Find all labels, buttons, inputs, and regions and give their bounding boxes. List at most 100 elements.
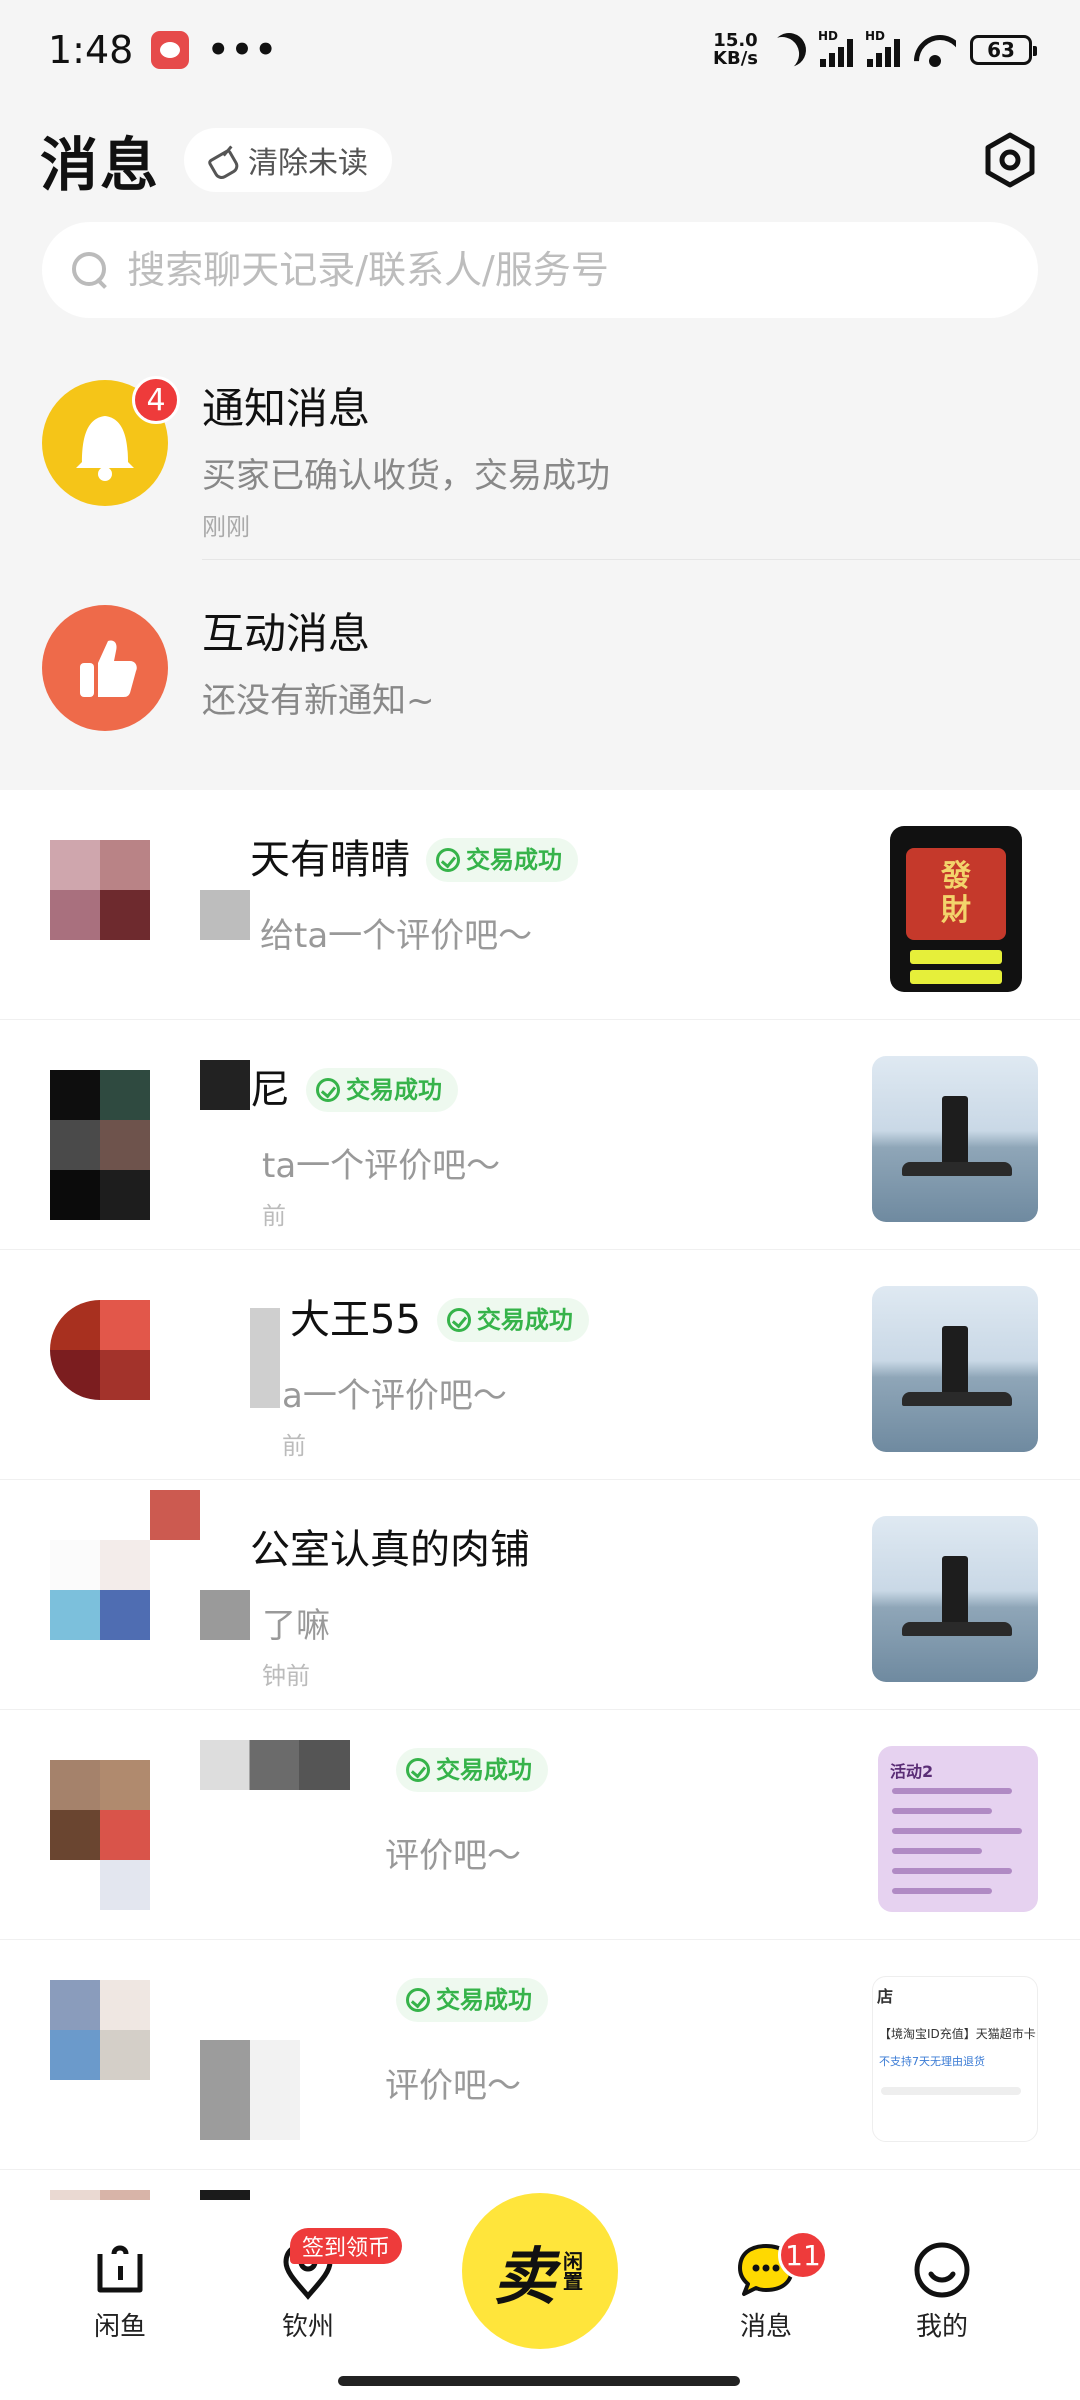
fortune-card: 發 財 [906, 848, 1006, 940]
thumbs-up-icon [80, 640, 137, 697]
chat-row[interactable]: 天有晴晴 交易成功 给ta一个评价吧～ 發 財 [0, 790, 1080, 1020]
interaction-avatar [42, 605, 168, 731]
check-icon [446, 1308, 471, 1332]
chat-name-row: 尼 交易成功 [250, 1058, 458, 1122]
mosaic-block [200, 2040, 300, 2140]
settings-button[interactable] [980, 130, 1040, 190]
battery-icon: 63 [970, 35, 1037, 65]
mosaic-block [250, 1308, 280, 1408]
interaction-title: 互动消息 [202, 609, 371, 658]
chat-list: 天有晴晴 交易成功 给ta一个评价吧～ 發 財 尼 交易成功 ta一个评价吧～ … [0, 790, 1080, 2240]
nav-location-label: 钦州 [281, 2312, 334, 2342]
item-thumbnail: 發 財 [890, 826, 1022, 992]
chat-preview: 给ta一个评价吧～ [260, 916, 533, 956]
chat-row[interactable]: 交易成功 评价吧～ 活动2 [0, 1710, 1080, 1940]
notification-badge: 4 [132, 376, 180, 424]
chat-time: 前 [282, 1432, 306, 1460]
header: 消息 清除未读 [0, 100, 1080, 220]
clear-unread-button[interactable]: 清除未读 [184, 128, 393, 192]
nav-home-label: 闲鱼 [93, 2312, 146, 2342]
avatar [50, 1980, 150, 2080]
search-bar[interactable] [42, 222, 1038, 318]
item-thumbnail: 店 【境淘宝ID充值】天猫超市卡 不支持7天无理由退货 [872, 1976, 1038, 2142]
deal-success-badge: 交易成功 [306, 1068, 458, 1112]
status-bar: 1:48 ••• 15.0 KB/s HD HD 63 [0, 0, 1080, 100]
chat-row[interactable]: 交易成功 评价吧～ 店 【境淘宝ID充值】天猫超市卡 不支持7天无理由退货 [0, 1940, 1080, 2170]
chat-time: 钟前 [262, 1662, 310, 1690]
search-input[interactable] [127, 248, 1010, 292]
bottom-nav: 闲鱼 钦州 签到领币 卖 闲置 消息 11 我的 [0, 2193, 1080, 2400]
chat-name: 尼 [250, 1067, 290, 1113]
chat-preview: ta一个评价吧～ [262, 1146, 501, 1186]
chat-preview: 评价吧～ [385, 1836, 521, 1876]
messages-badge: 11 [778, 2230, 828, 2280]
check-icon [316, 1078, 340, 1102]
item-thumbnail [872, 1056, 1038, 1222]
notification-avatar: 4 [42, 376, 180, 506]
interaction-subtitle: 还没有新通知~ [202, 681, 435, 721]
more-notifications-icon: ••• [207, 30, 279, 70]
search-icon [70, 250, 109, 290]
chat-preview: 评价吧～ [385, 2066, 521, 2106]
nav-home[interactable]: 闲鱼 [40, 2240, 200, 2343]
avatar-mosaic-bottom [50, 1170, 150, 1220]
network-speed: 15.0 KB/s [713, 30, 758, 69]
item-thumbnail: 活动2 [878, 1746, 1038, 1912]
check-icon [406, 1758, 430, 1782]
app-notification-icon [151, 31, 190, 69]
deal-success-badge: 交易成功 [396, 1978, 548, 2022]
notification-messages-row[interactable]: 4 通知消息 买家已确认收货，交易成功 刚刚 [0, 340, 1080, 560]
signal-icon-2: HD [865, 29, 900, 67]
nav-messages-label: 消息 [739, 2312, 792, 2342]
check-icon [436, 848, 460, 872]
smile-face-icon [914, 2242, 970, 2298]
chat-row[interactable]: 大王55 交易成功 a一个评价吧～ 前 [0, 1250, 1080, 1480]
chat-name-row: 大王55 交易成功 [290, 1288, 589, 1352]
chat-name: 天有晴晴 [250, 837, 410, 883]
chat-name-row: 公室认真的肉铺 [250, 1518, 530, 1582]
sell-button[interactable]: 卖 闲置 [462, 2193, 618, 2349]
avatar [50, 1760, 150, 1860]
deal-success-badge: 交易成功 [436, 1298, 589, 1342]
mosaic-block [100, 1860, 150, 1910]
chat-name-row: 交易成功 [380, 1978, 548, 2022]
notification-time: 刚刚 [202, 513, 250, 541]
chat-name: 大王55 [290, 1297, 421, 1343]
mosaic-block [150, 1490, 200, 1540]
checkin-coin-badge[interactable]: 签到领币 [290, 2228, 403, 2264]
chat-name-row: 天有晴晴 交易成功 [250, 828, 578, 892]
interaction-messages-row[interactable]: 互动消息 还没有新通知~ [0, 565, 1080, 785]
broom-icon [208, 145, 238, 175]
notification-subtitle: 买家已确认收货，交易成功 [202, 456, 610, 496]
mosaic-block [200, 1740, 350, 1790]
mosaic-block [200, 890, 250, 940]
clear-unread-label: 清除未读 [248, 146, 369, 181]
page-title: 消息 [40, 131, 161, 199]
signal-icon-1: HD [818, 29, 853, 67]
avatar [50, 1540, 150, 1640]
avatar [50, 1070, 150, 1170]
home-indicator[interactable] [338, 2376, 740, 2386]
notification-title: 通知消息 [202, 384, 371, 433]
chat-name: 公室认真的肉铺 [250, 1527, 530, 1573]
wifi-icon [914, 33, 956, 67]
mosaic-block [200, 1060, 250, 1110]
chat-preview: a一个评价吧～ [282, 1376, 507, 1416]
avatar [50, 1300, 150, 1400]
chat-row[interactable]: 公室认真的肉铺 了嘛 钟前 [0, 1480, 1080, 1710]
settings-icon [985, 132, 1035, 188]
chat-time: 前 [262, 1202, 286, 1230]
mosaic-block [200, 1590, 250, 1640]
chat-name-row: 交易成功 [380, 1748, 548, 1792]
deal-success-badge: 交易成功 [396, 1748, 548, 1792]
nav-me[interactable]: 我的 [862, 2240, 1022, 2343]
do-not-disturb-icon [766, 27, 812, 73]
chat-row[interactable]: 尼 交易成功 ta一个评价吧～ 前 [0, 1020, 1080, 1250]
home-fish-icon [97, 2245, 143, 2293]
item-thumbnail [872, 1516, 1038, 1682]
chat-preview: 了嘛 [262, 1606, 330, 1646]
status-time: 1:48 [48, 28, 134, 72]
deal-success-badge: 交易成功 [426, 838, 578, 882]
sell-sublabel: 闲置 [559, 2251, 584, 2291]
avatar [50, 840, 150, 940]
